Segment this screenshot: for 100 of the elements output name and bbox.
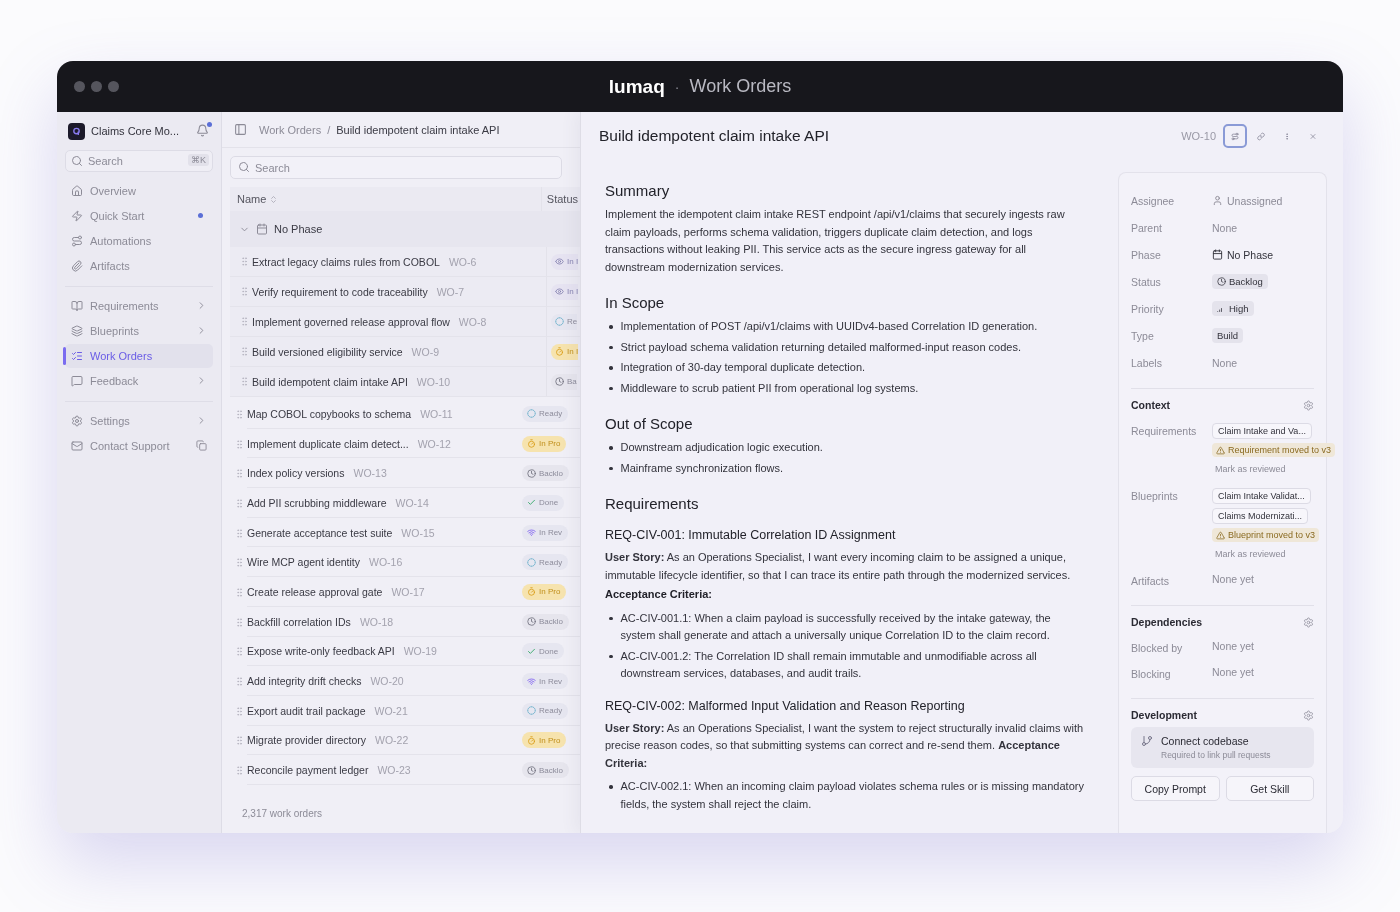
paperclip-icon [71,259,83,272]
linked-item-chip[interactable]: Claim Intake Validat... [1212,488,1311,504]
search-field[interactable]: Search [230,156,562,179]
dashed-circle-icon [555,317,564,326]
sidebar-toggle-icon[interactable] [234,123,247,136]
settings-button[interactable] [1303,616,1314,628]
action-button[interactable]: Get Skill [1225,776,1314,801]
work-order-id: WO-10 [416,375,451,388]
layers-icon [71,324,83,337]
branch-icon [1141,735,1153,747]
drag-handle-icon[interactable] [234,676,245,688]
work-order-row[interactable]: Implement governed release approval flow WO-8 Re [230,307,580,337]
signal-icon [527,676,536,686]
work-order-row[interactable]: Add PII scrubbing middleware WO-14 Done [222,489,580,519]
requirement-heading: REQ-CIV-001: Immutable Correlation ID Assignment [605,528,897,542]
work-order-row[interactable]: Build idempotent claim intake API WO-10 Ba [230,367,580,397]
drag-handle-icon[interactable] [234,586,245,598]
new-dot [198,213,203,218]
work-order-row[interactable]: Generate acceptance test suite WO-15 In Rev [222,518,580,549]
bullet-icon [609,386,613,390]
settings-button[interactable] [1303,399,1314,411]
drag-handle-icon[interactable] [234,646,245,658]
drag-handle-icon[interactable] [234,735,245,747]
timer-icon [527,735,536,745]
linked-item-chip[interactable]: Claim Intake and Va... [1212,423,1312,439]
work-order-id: WO-11 [420,407,453,420]
work-order-id: WO-7 [436,285,465,298]
work-order-row[interactable]: Map COBOL copybooks to schema WO-11 Ready [222,400,580,430]
section-heading: Requirements [605,495,700,512]
gear-icon [1303,616,1314,628]
status-badge: In Pro [522,732,567,749]
timer-icon [555,347,564,356]
drag-handle-icon[interactable] [234,705,245,717]
calendar-icon [256,223,268,235]
status-badge[interactable]: Backlog [1212,274,1268,289]
work-order-id: WO-10 [1181,130,1216,142]
work-order-row[interactable]: Backfill correlation IDs WO-18 Backlo [222,607,580,638]
drag-handle-icon[interactable] [234,765,245,777]
window-control[interactable] [91,81,102,92]
drag-handle-icon[interactable] [239,256,250,267]
group-header[interactable]: No Phase [230,211,580,247]
work-order-id: WO-16 [369,556,403,569]
drag-handle-icon[interactable] [234,497,245,509]
drag-handle-icon[interactable] [239,316,250,327]
drag-handle-icon[interactable] [234,557,245,569]
linked-item-chip[interactable]: Claims Modernizati... [1212,508,1309,524]
work-order-row[interactable]: Expose write-only feedback API WO-19 Done [222,637,580,668]
workspace-logo[interactable] [68,122,85,140]
drag-handle-icon[interactable] [234,527,245,539]
work-order-row[interactable]: Index policy versions WO-13 Backlo [222,459,580,490]
connect-codebase-card[interactable]: Connect codebase Required to link pull requests [1131,727,1314,768]
bullet-icon [609,654,613,658]
work-order-row[interactable]: Migrate provider directory WO-22 In Pro [222,726,580,757]
work-order-id: WO-17 [391,585,425,598]
drag-handle-icon[interactable] [239,346,250,357]
action-button[interactable]: Copy Prompt [1131,776,1220,801]
drag-handle-icon[interactable] [239,376,250,387]
section-heading: Summary [605,182,671,199]
relations-button[interactable] [1223,124,1247,148]
priority-badge[interactable]: High [1212,301,1254,316]
work-order-row[interactable]: Wire MCP agent identity WO-16 Ready [222,548,580,579]
work-order-row[interactable]: Implement duplicate claim detect... WO-12 In Pro [222,429,580,460]
type-badge[interactable]: Build [1212,328,1244,343]
work-order-row[interactable]: Build versioned eligibility service WO-9 In I [230,337,580,367]
paragraph: User Story: As an Operations Specialist, I want the system to reject structurally invalid claims with precise reason codes, so that submitting systems can correct and re-send them. Acceptance Criteria: [605,720,1085,771]
notifications-button[interactable] [196,124,210,138]
drag-handle-icon[interactable] [234,438,245,450]
window-control[interactable] [108,81,119,92]
work-order-id: WO-23 [377,764,411,777]
work-order-title: Expose write-only feedback API [247,645,395,658]
work-order-row[interactable]: Export audit trail package WO-21 Ready [222,696,580,727]
timer-icon [527,587,536,597]
sort-icon[interactable] [269,194,279,204]
drag-handle-icon[interactable] [234,468,245,480]
field-label: Priority [1131,302,1165,315]
field-label: Parent [1131,221,1163,234]
eye-icon [555,287,564,296]
work-order-row[interactable]: Create release approval gate WO-17 In Pro [222,578,580,608]
window-control[interactable] [74,81,85,92]
column-header[interactable]: Name [237,193,267,205]
field-label: Status [1131,275,1162,288]
field-label: Assignee [1131,194,1176,207]
sidebar-item[interactable]: Work Orders [65,343,213,368]
book-icon [71,299,83,312]
list-item: Strict payload schema validation returning detailed malformed-input reason codes. [620,339,1021,355]
drag-handle-icon[interactable] [239,286,250,297]
search-icon [238,161,250,173]
work-order-row[interactable]: Add integrity drift checks WO-20 In Rev [222,667,580,697]
warning-badge: Requirement moved to v3 [1212,443,1336,457]
status-badge: Backlo [522,762,569,779]
work-order-id: WO-21 [374,704,408,717]
drag-handle-icon[interactable] [234,408,245,420]
workspace-name[interactable]: Claims Core Mo... [91,125,190,137]
column-header[interactable]: Status [546,193,578,205]
work-order-row[interactable]: Reconcile payment ledger WO-23 Backlo [222,756,580,786]
phase-value[interactable]: No Phase [1212,248,1274,261]
settings-button[interactable] [1303,709,1314,721]
work-order-id: WO-22 [375,734,409,747]
drag-handle-icon[interactable] [234,616,245,628]
clock-icon [555,377,564,386]
